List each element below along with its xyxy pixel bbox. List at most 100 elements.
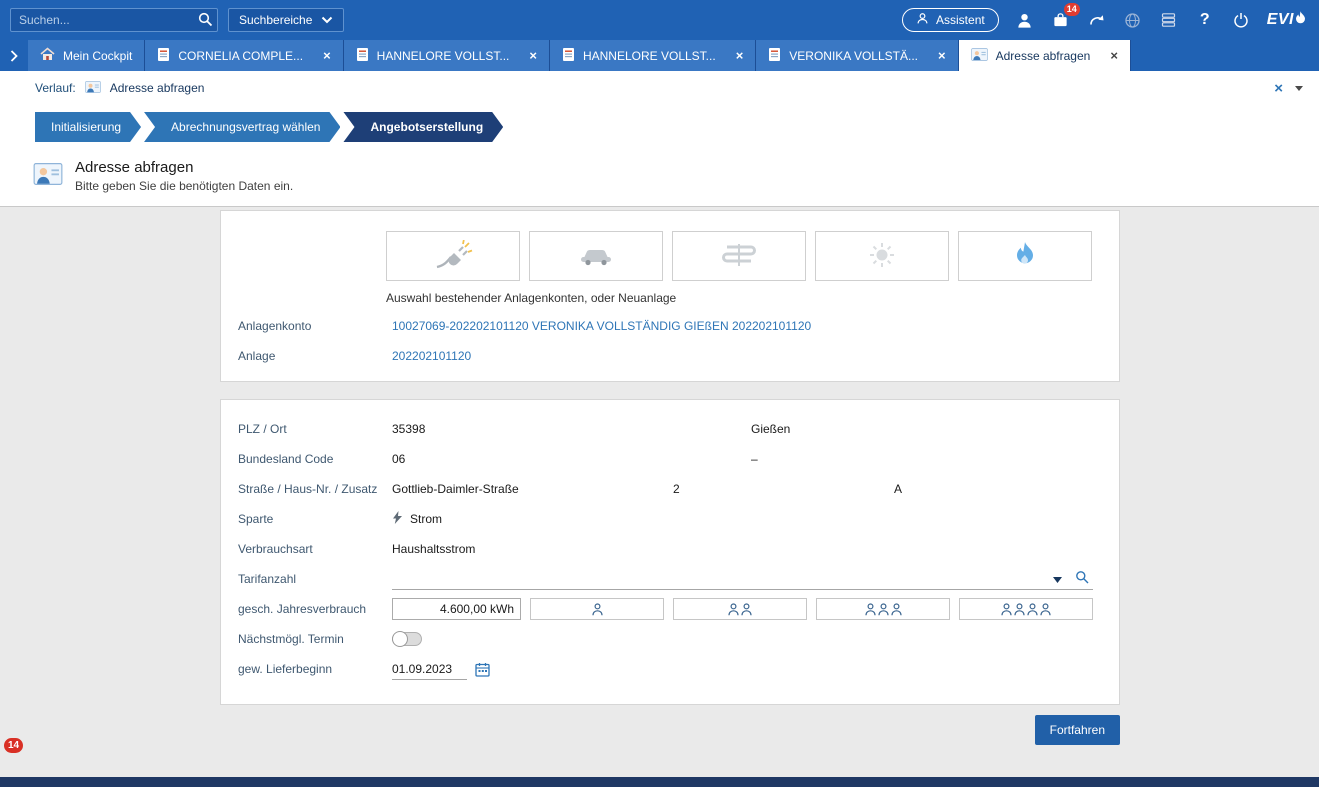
toggle-knob [392, 631, 408, 647]
tab-cornelia[interactable]: CORNELIA COMPLE... × [145, 40, 343, 71]
division-solar-button[interactable] [815, 231, 949, 281]
division-gas-button[interactable] [958, 231, 1092, 281]
jahresverbrauch-input[interactable] [392, 598, 521, 620]
user-icon[interactable] [1015, 10, 1035, 30]
topbar-actions: Assistent 14 ? EVI [902, 8, 1309, 32]
account-card: Auswahl bestehender Anlagenkonten, oder … [220, 210, 1120, 382]
tarifanzahl-row: Tarifanzahl [238, 564, 1093, 594]
tab-hannelore-2[interactable]: HANNELORE VOLLST... × [550, 40, 756, 71]
wizard-step-initialisierung[interactable]: Initialisierung [35, 112, 141, 142]
search-scope-label: Suchbereiche [239, 13, 312, 27]
globe-icon[interactable] [1123, 10, 1143, 30]
anlagenkonto-link[interactable]: 10027069-202202101120 VERONIKA VOLLSTÄND… [392, 319, 811, 333]
bundesland-row: Bundesland Code 06 – [238, 444, 1093, 474]
contact-card-icon [971, 47, 988, 65]
sparte-value[interactable]: Strom [410, 512, 442, 526]
household-2-persons-button[interactable] [673, 598, 807, 620]
lieferbeginn-input[interactable] [392, 658, 467, 680]
form-actions: Fortfahren [0, 715, 1120, 745]
lightning-icon [392, 511, 403, 527]
redo-icon[interactable] [1087, 10, 1107, 30]
electricity-plug-icon [432, 240, 474, 273]
step-label: Initialisierung [51, 120, 121, 134]
division-emobilitaet-button[interactable] [529, 231, 663, 281]
division-selector [386, 231, 1119, 281]
wizard-step-angebotserstellung[interactable]: Angebotserstellung [343, 112, 503, 142]
plz-ort-label: PLZ / Ort [238, 422, 392, 436]
division-strom-button[interactable] [386, 231, 520, 281]
tab-label: HANNELORE VOLLST... [583, 49, 716, 63]
anlage-link[interactable]: 202202101120 [392, 349, 471, 363]
page-title: Adresse abfragen [75, 159, 293, 176]
assistant-label: Assistent [936, 13, 985, 27]
dropdown-caret-icon[interactable] [1053, 572, 1062, 586]
help-icon[interactable]: ? [1195, 10, 1215, 30]
search-scope-button[interactable]: Suchbereiche [228, 8, 344, 32]
assistant-button[interactable]: Assistent [902, 8, 999, 32]
bottom-bar [0, 777, 1319, 787]
plz-value[interactable]: 35398 [392, 422, 751, 436]
notification-count-badge-bottom: 14 [4, 738, 23, 753]
anlagenkonto-row: Anlagenkonto 10027069-202202101120 VERON… [238, 317, 1119, 335]
zusatz-value[interactable]: A [894, 482, 902, 496]
power-icon[interactable] [1231, 10, 1251, 30]
hausnr-value[interactable]: 2 [673, 482, 894, 496]
gas-flame-icon [1012, 241, 1038, 272]
tab-label: HANNELORE VOLLST... [377, 49, 510, 63]
tarifanzahl-label: Tarifanzahl [238, 572, 392, 586]
document-icon [356, 47, 369, 65]
history-label: Verlauf: [35, 81, 76, 95]
tariff-search-icon[interactable] [1075, 570, 1089, 587]
wizard-step-abrechnungsvertrag[interactable]: Abrechnungsvertrag wählen [144, 112, 340, 142]
tarifanzahl-input[interactable] [392, 569, 1049, 589]
tab-label: VERONIKA VOLLSTÄ... [789, 49, 918, 63]
household-3-persons-button[interactable] [816, 598, 950, 620]
app-window: Suchbereiche Assistent 14 [0, 0, 1319, 787]
history-entry[interactable]: Adresse abfragen [110, 81, 205, 95]
topbar: Suchbereiche Assistent 14 [0, 0, 1319, 40]
verbrauchsart-value[interactable]: Haushaltsstrom [392, 542, 475, 556]
notifications-bag-icon[interactable]: 14 [1051, 10, 1071, 30]
tab-close-icon[interactable]: × [736, 49, 744, 62]
ort-value[interactable]: Gießen [751, 422, 790, 436]
strasse-label: Straße / Haus-Nr. / Zusatz [238, 482, 392, 496]
tab-mein-cockpit[interactable]: Mein Cockpit [28, 40, 145, 71]
step-label: Abrechnungsvertrag wählen [171, 120, 320, 134]
page-subtitle: Bitte geben Sie die benötigten Daten ein… [75, 179, 293, 193]
jahresverbrauch-row: gesch. Jahresverbrauch [238, 594, 1093, 624]
bundesland-code-value[interactable]: 06 [392, 452, 751, 466]
tab-close-icon[interactable]: × [938, 49, 946, 62]
tab-label: CORNELIA COMPLE... [178, 49, 303, 63]
tab-scroll-left-icon[interactable] [0, 40, 28, 71]
contact-card-icon [85, 80, 101, 97]
tab-close-icon[interactable]: × [323, 49, 331, 62]
tabbar: Mein Cockpit CORNELIA COMPLE... × HANNEL… [0, 40, 1319, 71]
close-workflow-icon[interactable]: × [1274, 81, 1283, 96]
search-input[interactable] [10, 8, 218, 32]
chevron-down-icon [321, 13, 333, 27]
calendar-icon[interactable] [475, 662, 490, 677]
anlage-label: Anlage [238, 349, 392, 363]
tab-close-icon[interactable]: × [1110, 49, 1118, 62]
search-icon[interactable] [198, 12, 213, 30]
continue-button[interactable]: Fortfahren [1035, 715, 1120, 745]
lieferbeginn-row: gew. Lieferbeginn [238, 654, 1093, 684]
household-1-person-button[interactable] [530, 598, 664, 620]
verbrauchsart-label: Verbrauchsart [238, 542, 392, 556]
tab-veronika[interactable]: VERONIKA VOLLSTÄ... × [756, 40, 958, 71]
tab-hannelore-1[interactable]: HANNELORE VOLLST... × [344, 40, 550, 71]
strasse-value[interactable]: Gottlieb-Daimler-Straße [392, 482, 673, 496]
anlagenkonto-label: Anlagenkonto [238, 319, 392, 333]
division-waerme-button[interactable] [672, 231, 806, 281]
bundesland-label: Bundesland Code [238, 452, 392, 466]
household-4-persons-button[interactable] [959, 598, 1093, 620]
page-header: Adresse abfragen Bitte geben Sie die ben… [0, 149, 1319, 207]
account-hint: Auswahl bestehender Anlagenkonten, oder … [386, 291, 1119, 305]
tab-close-icon[interactable]: × [529, 49, 537, 62]
chevron-down-icon[interactable] [1295, 86, 1303, 91]
list-server-icon[interactable] [1159, 10, 1179, 30]
history-bar: Verlauf: Adresse abfragen × [0, 71, 1319, 105]
tab-adresse-abfragen[interactable]: Adresse abfragen × [959, 40, 1131, 71]
global-search [10, 8, 218, 32]
termin-toggle[interactable] [392, 632, 422, 646]
